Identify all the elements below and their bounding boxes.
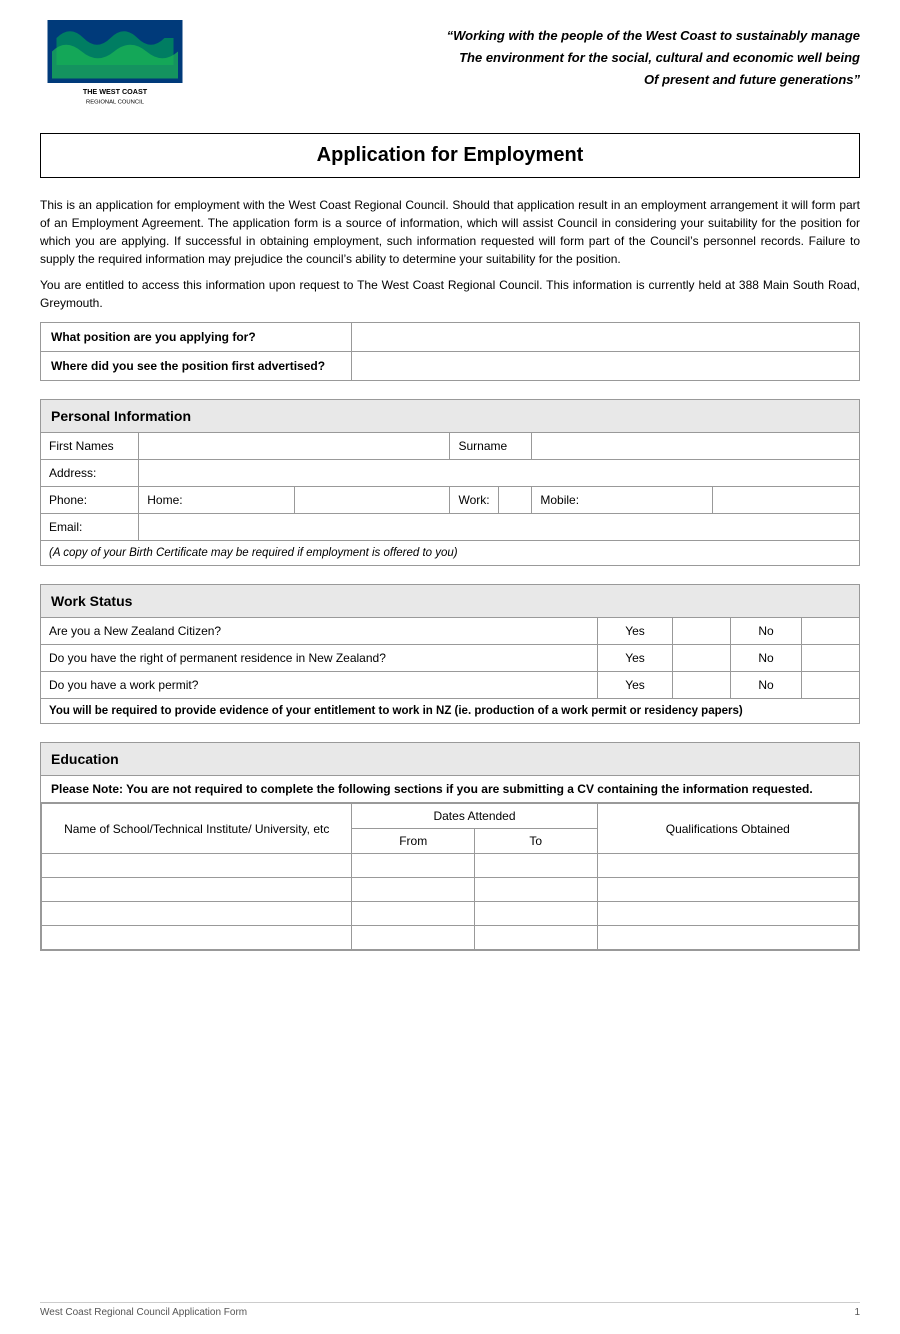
edu-row-3-to[interactable] xyxy=(475,902,598,926)
ws-q2-yes-label: Yes xyxy=(597,645,672,672)
phone-row: Phone: Home: Work: Mobile: xyxy=(41,487,860,514)
home-label: Home: xyxy=(139,487,294,513)
work-status-section: Are you a New Zealand Citizen? Yes No Do… xyxy=(40,617,860,724)
mobile-area: Mobile: xyxy=(532,487,860,514)
edu-row-1-school[interactable] xyxy=(42,854,352,878)
edu-row-1-to[interactable] xyxy=(475,854,598,878)
ws-row-2: Do you have the right of permanent resid… xyxy=(41,645,860,672)
tagline: “Working with the people of the West Coa… xyxy=(200,20,860,91)
ws-q2-label: Do you have the right of permanent resid… xyxy=(41,645,598,672)
edu-row-3-from[interactable] xyxy=(352,902,475,926)
work-status-header: Work Status xyxy=(40,584,860,617)
ws-q1-no-label: No xyxy=(730,618,802,645)
intro-section: This is an application for employment wi… xyxy=(40,196,860,312)
edu-row-2 xyxy=(42,878,859,902)
surname-value[interactable] xyxy=(532,433,860,460)
education-table: Name of School/Technical Institute/ Univ… xyxy=(41,803,859,950)
work-label: Work: xyxy=(450,487,498,513)
ws-q1-yes-label: Yes xyxy=(597,618,672,645)
ws-row-1: Are you a New Zealand Citizen? Yes No xyxy=(41,618,860,645)
first-names-value[interactable] xyxy=(139,433,450,460)
names-row: First Names Surname xyxy=(41,433,860,460)
position-row-2: Where did you see the position first adv… xyxy=(41,352,860,381)
mobile-value[interactable] xyxy=(712,487,859,513)
position-q2-label: Where did you see the position first adv… xyxy=(41,352,352,381)
edu-row-3 xyxy=(42,902,859,926)
edu-row-1 xyxy=(42,854,859,878)
form-title-box: Application for Employment xyxy=(40,133,860,178)
first-names-label: First Names xyxy=(41,433,139,460)
ws-note-row: You will be required to provide evidence… xyxy=(41,699,860,724)
ws-q1-no-box[interactable] xyxy=(802,618,860,645)
address-row: Address: xyxy=(41,460,860,487)
email-label: Email: xyxy=(41,514,139,541)
email-row: Email: xyxy=(41,514,860,541)
edu-row-4-qual[interactable] xyxy=(597,926,858,950)
address-value[interactable] xyxy=(139,460,860,487)
education-header: Education xyxy=(41,743,859,776)
edu-col-from: From xyxy=(352,829,475,854)
ws-q1-label: Are you a New Zealand Citizen? xyxy=(41,618,598,645)
address-label: Address: xyxy=(41,460,139,487)
edu-row-2-from[interactable] xyxy=(352,878,475,902)
edu-col-to: To xyxy=(475,829,598,854)
position-section: What position are you applying for? Wher… xyxy=(40,322,860,381)
edu-row-3-qual[interactable] xyxy=(597,902,858,926)
svg-text:REGIONAL COUNCIL: REGIONAL COUNCIL xyxy=(86,100,145,106)
personal-info-header: Personal Information xyxy=(40,399,860,432)
ws-q1-yes-box[interactable] xyxy=(673,618,731,645)
ws-required-note: You will be required to provide evidence… xyxy=(41,699,860,724)
birth-cert-note: (A copy of your Birth Certificate may be… xyxy=(41,541,860,566)
page-header: THE WEST COAST REGIONAL COUNCIL “Working… xyxy=(40,20,860,113)
ws-q3-yes-box[interactable] xyxy=(673,672,731,699)
edu-row-4-school[interactable] xyxy=(42,926,352,950)
edu-row-2-school[interactable] xyxy=(42,878,352,902)
form-title: Application for Employment xyxy=(51,144,849,167)
footer-right: 1 xyxy=(854,1307,860,1318)
edu-col-school: Name of School/Technical Institute/ Univ… xyxy=(42,804,352,854)
position-row-1: What position are you applying for? xyxy=(41,323,860,352)
edu-row-1-qual[interactable] xyxy=(597,854,858,878)
council-logo: THE WEST COAST REGIONAL COUNCIL xyxy=(40,20,190,110)
edu-row-4-from[interactable] xyxy=(352,926,475,950)
edu-col-qual: Qualifications Obtained xyxy=(597,804,858,854)
edu-row-4 xyxy=(42,926,859,950)
ws-q3-yes-label: Yes xyxy=(597,672,672,699)
ws-q2-no-box[interactable] xyxy=(802,645,860,672)
ws-q3-no-box[interactable] xyxy=(802,672,860,699)
intro-paragraph-1: This is an application for employment wi… xyxy=(40,196,860,268)
edu-row-2-qual[interactable] xyxy=(597,878,858,902)
edu-col-dates-header: Dates Attended xyxy=(352,804,597,829)
intro-paragraph-2: You are entitled to access this informat… xyxy=(40,276,860,312)
ws-q3-no-label: No xyxy=(730,672,802,699)
education-note: Please Note: You are not required to com… xyxy=(41,776,859,803)
ws-row-3: Do you have a work permit? Yes No xyxy=(41,672,860,699)
edu-row-2-to[interactable] xyxy=(475,878,598,902)
phone-label: Phone: xyxy=(41,487,139,514)
edu-header-row-1: Name of School/Technical Institute/ Univ… xyxy=(42,804,859,829)
surname-label: Surname xyxy=(450,433,532,460)
education-section: Education Please Note: You are not requi… xyxy=(40,742,860,951)
edu-row-4-to[interactable] xyxy=(475,926,598,950)
ws-q2-no-label: No xyxy=(730,645,802,672)
mobile-label: Mobile: xyxy=(532,487,712,513)
footer-left: West Coast Regional Council Application … xyxy=(40,1307,247,1318)
birth-cert-row: (A copy of your Birth Certificate may be… xyxy=(41,541,860,566)
edu-row-1-from[interactable] xyxy=(352,854,475,878)
position-q1-value[interactable] xyxy=(352,323,860,352)
work-area: Work: xyxy=(450,487,532,514)
edu-row-3-school[interactable] xyxy=(42,902,352,926)
personal-info-section: First Names Surname Address: Phone: Home… xyxy=(40,432,860,566)
ws-q3-label: Do you have a work permit? xyxy=(41,672,598,699)
position-q1-label: What position are you applying for? xyxy=(41,323,352,352)
home-area: Home: xyxy=(139,487,450,514)
logo-area: THE WEST COAST REGIONAL COUNCIL xyxy=(40,20,200,113)
position-q2-value[interactable] xyxy=(352,352,860,381)
email-value[interactable] xyxy=(139,514,860,541)
ws-q2-yes-box[interactable] xyxy=(673,645,731,672)
page-footer: West Coast Regional Council Application … xyxy=(40,1302,860,1318)
work-value[interactable] xyxy=(498,487,531,513)
home-value[interactable] xyxy=(294,487,449,513)
svg-text:THE WEST COAST: THE WEST COAST xyxy=(83,87,148,96)
